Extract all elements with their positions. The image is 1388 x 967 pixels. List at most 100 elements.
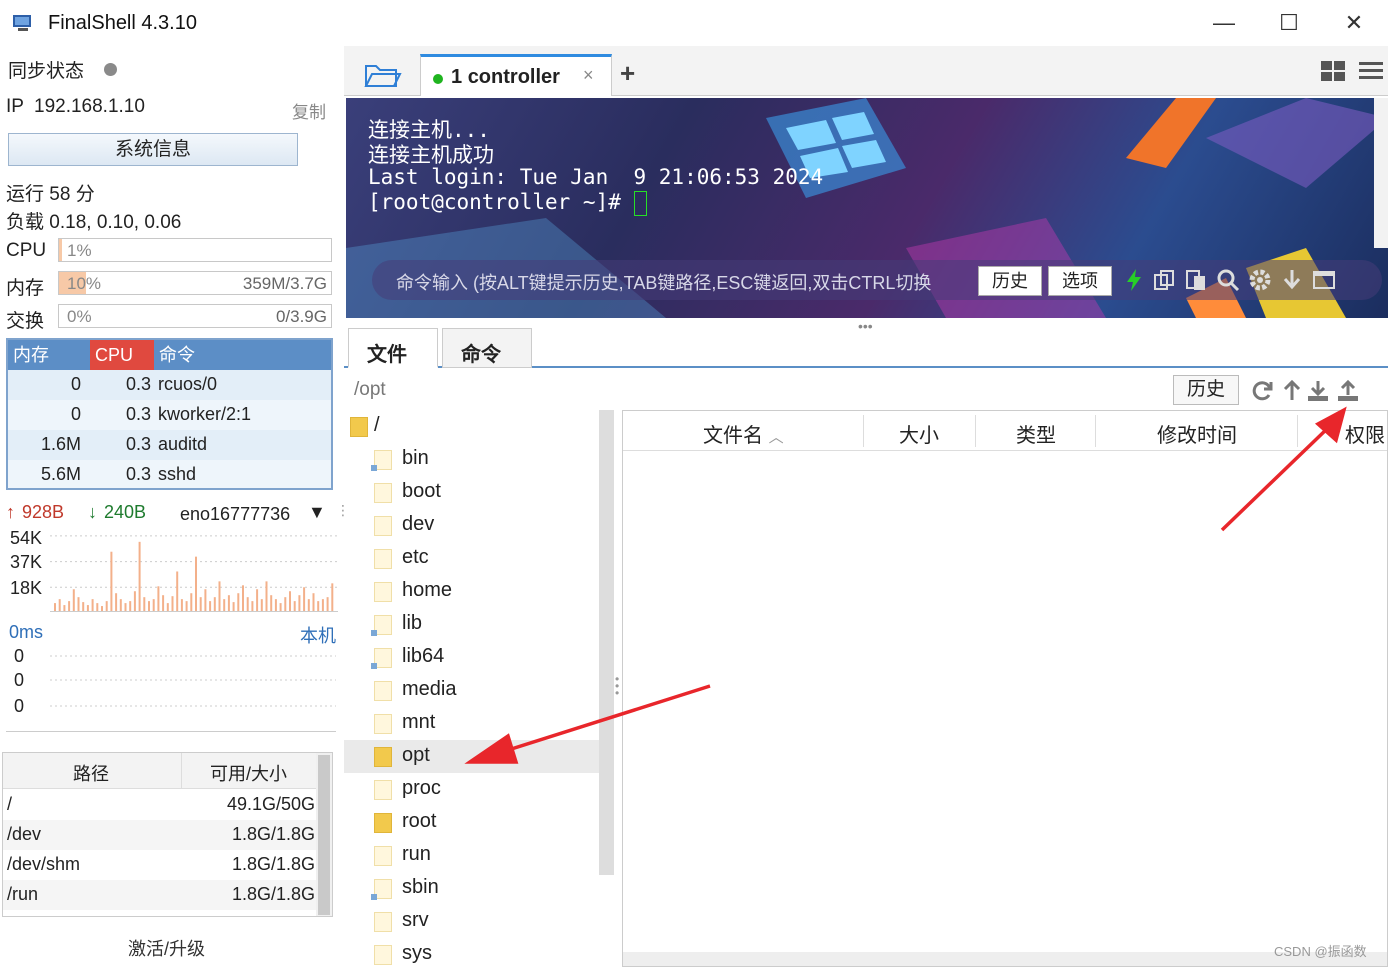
left-panel: 同步状态 IP 192.168.1.10 复制 系统信息 运行 58 分 负载 … bbox=[0, 46, 350, 967]
terminal-prompt: [root@controller ~]# bbox=[368, 190, 634, 214]
interface-select[interactable]: eno16777736 bbox=[180, 504, 290, 525]
tree-item-label: srv bbox=[402, 909, 429, 931]
refresh-icon[interactable] bbox=[1250, 379, 1274, 403]
directory-tree: / bin boot dev etc home lib lib64 media mnt opt pro… bbox=[344, 410, 614, 967]
command-input[interactable]: 命令输入 (按ALT键提示历史,TAB键路径,ESC键返回,双击CTRL切换 bbox=[396, 269, 972, 295]
copy-ip-link[interactable]: 复制 bbox=[292, 98, 326, 123]
process-row[interactable]: 5.6M 0.3 sshd bbox=[8, 460, 331, 490]
file-list[interactable]: 文件名 ︿ 大小 类型 修改时间 权限 bbox=[622, 410, 1388, 967]
tree-item[interactable]: srv bbox=[344, 905, 599, 938]
current-path[interactable]: /opt bbox=[354, 379, 386, 401]
process-row[interactable]: 1.6M 0.3 auditd bbox=[8, 430, 331, 460]
net-bar bbox=[82, 602, 85, 611]
column-modified[interactable]: 修改时间 bbox=[1157, 419, 1237, 448]
terminal-scrollbar[interactable] bbox=[1374, 98, 1388, 248]
path-history-button[interactable]: 历史 bbox=[1173, 375, 1239, 405]
tab-files[interactable]: 文件 bbox=[348, 328, 438, 368]
disk-header-path[interactable]: 路径 bbox=[73, 760, 109, 786]
tree-item[interactable]: dev bbox=[344, 509, 599, 542]
tree-item[interactable]: etc bbox=[344, 542, 599, 575]
process-row[interactable]: 0 0.3 kworker/2:1 bbox=[8, 400, 331, 430]
disk-row[interactable]: /run 1.8G/1.8G bbox=[3, 880, 317, 910]
swap-percent: 0% bbox=[67, 307, 92, 326]
disk-header-size[interactable]: 可用/大小 bbox=[210, 760, 287, 786]
upload-file-icon[interactable] bbox=[1336, 379, 1360, 403]
net-bar bbox=[143, 597, 146, 611]
tree-item[interactable]: proc bbox=[344, 773, 599, 806]
tab-commands[interactable]: 命令 bbox=[442, 328, 532, 368]
disk-row[interactable]: /dev/shm 1.8G/1.8G bbox=[3, 850, 317, 880]
tree-item-label: sbin bbox=[402, 876, 439, 898]
folder-icon bbox=[374, 780, 392, 800]
tree-scrollbar[interactable] bbox=[599, 410, 614, 875]
disk-row[interactable]: /dev 1.8G/1.8G bbox=[3, 820, 317, 850]
column-type[interactable]: 类型 bbox=[1016, 419, 1056, 448]
column-filename[interactable]: 文件名 ︿ bbox=[703, 419, 784, 448]
net-bar bbox=[293, 601, 296, 611]
tree-item-label: proc bbox=[402, 777, 441, 799]
net-bar bbox=[185, 601, 188, 611]
grid-layout-icon[interactable] bbox=[1320, 60, 1346, 82]
menu-icon[interactable] bbox=[1358, 60, 1384, 82]
proc-header-cpu[interactable]: CPU bbox=[90, 340, 154, 370]
tree-item[interactable]: lib64 bbox=[344, 641, 599, 674]
disk-row[interactable]: / 49.1G/50G bbox=[3, 790, 317, 820]
net-bar bbox=[124, 603, 127, 611]
scroll-thumb[interactable] bbox=[318, 755, 330, 915]
minimize-button[interactable]: — bbox=[1200, 6, 1248, 40]
tree-item[interactable]: opt bbox=[344, 740, 599, 773]
system-info-button[interactable]: 系统信息 bbox=[8, 133, 298, 166]
proc-header-cmd[interactable]: 命令 bbox=[154, 340, 331, 370]
upgrade-link[interactable]: 激活/升级 bbox=[128, 935, 205, 961]
title-bar: FinalShell 4.3.10 — ☐ ✕ bbox=[0, 0, 1388, 46]
tree-item[interactable]: sys bbox=[344, 938, 599, 967]
tab-close-icon[interactable]: × bbox=[583, 65, 594, 86]
command-options-button[interactable]: 选项 bbox=[1048, 266, 1112, 296]
tree-item[interactable]: media bbox=[344, 674, 599, 707]
net-bar bbox=[251, 601, 254, 611]
terminal-view[interactable]: 连接主机... 连接主机成功 Last login: Tue Jan 9 21:… bbox=[346, 98, 1388, 318]
ping-tick: 0 bbox=[14, 670, 25, 690]
chevron-down-icon[interactable]: ▼ bbox=[308, 502, 326, 523]
open-folder-icon[interactable] bbox=[344, 54, 416, 92]
lightning-icon[interactable] bbox=[1122, 268, 1146, 292]
paste-icon[interactable] bbox=[1184, 268, 1208, 292]
tree-item[interactable]: bin bbox=[344, 443, 599, 476]
disk-scrollbar[interactable] bbox=[316, 753, 332, 916]
tree-item[interactable]: boot bbox=[344, 476, 599, 509]
column-size[interactable]: 大小 bbox=[899, 419, 939, 448]
pane-resize-handle-icon[interactable]: • • • bbox=[615, 673, 619, 699]
tree-item[interactable]: / bbox=[344, 410, 599, 443]
tree-item[interactable]: lib bbox=[344, 608, 599, 641]
tree-item[interactable]: sbin bbox=[344, 872, 599, 905]
mem-label: 内存 bbox=[6, 278, 45, 299]
copy-icon[interactable] bbox=[1152, 268, 1176, 292]
process-row[interactable]: 0 0.3 rcuos/0 bbox=[8, 370, 331, 400]
maximize-button[interactable]: ☐ bbox=[1265, 6, 1313, 40]
tree-item-label: root bbox=[402, 810, 437, 832]
download-icon[interactable] bbox=[1280, 268, 1304, 292]
up-directory-icon[interactable] bbox=[1280, 379, 1304, 403]
close-button[interactable]: ✕ bbox=[1330, 6, 1378, 40]
gear-icon[interactable] bbox=[1248, 268, 1272, 292]
window-icon[interactable] bbox=[1312, 268, 1336, 292]
sort-asc-icon: ︿ bbox=[768, 429, 784, 446]
tree-item[interactable]: home bbox=[344, 575, 599, 608]
file-list-scrollbar[interactable] bbox=[623, 952, 1387, 966]
tab-controller[interactable]: 1 controller × bbox=[420, 54, 612, 96]
ping-target[interactable]: 本机 bbox=[300, 622, 336, 648]
cpu-meter-fill bbox=[59, 239, 62, 261]
tree-item[interactable]: root bbox=[344, 806, 599, 839]
search-icon[interactable] bbox=[1216, 268, 1240, 292]
tree-item[interactable]: mnt bbox=[344, 707, 599, 740]
tree-item[interactable]: run bbox=[344, 839, 599, 872]
command-input-bar[interactable]: 命令输入 (按ALT键提示历史,TAB键路径,ESC键返回,双击CTRL切换 历… bbox=[372, 260, 1382, 300]
net-bar bbox=[72, 589, 75, 611]
column-permissions[interactable]: 权限 bbox=[1345, 419, 1385, 448]
proc-header-mem[interactable]: 内存 bbox=[8, 340, 90, 370]
add-tab-button[interactable]: + bbox=[620, 58, 635, 89]
net-bar bbox=[58, 599, 61, 611]
ping-tick: 0 bbox=[14, 696, 25, 716]
command-history-button[interactable]: 历史 bbox=[978, 266, 1042, 296]
download-file-icon[interactable] bbox=[1306, 379, 1330, 403]
